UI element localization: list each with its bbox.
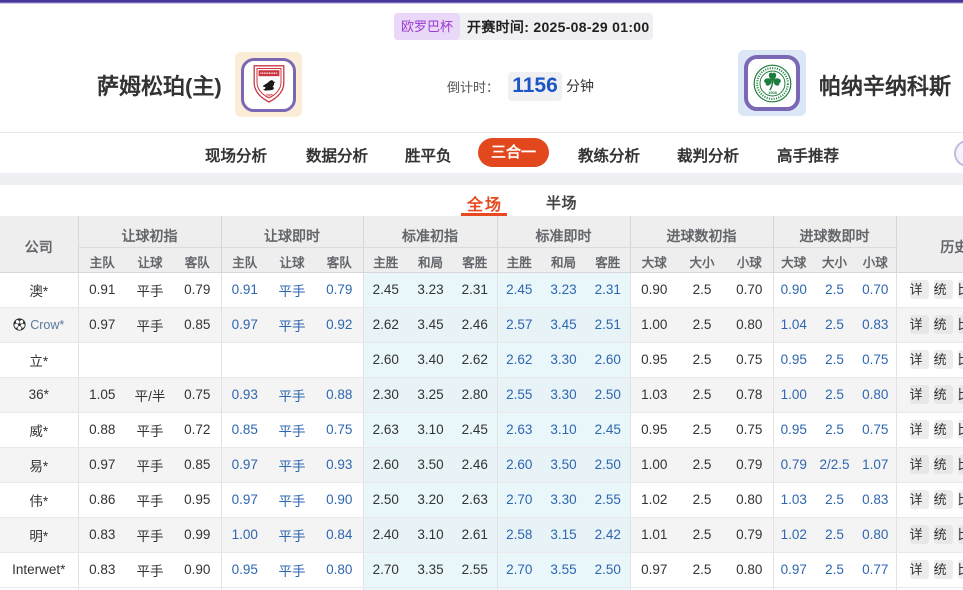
svg-text:1908: 1908 [768,89,777,94]
svg-text:1965: 1965 [265,93,273,97]
